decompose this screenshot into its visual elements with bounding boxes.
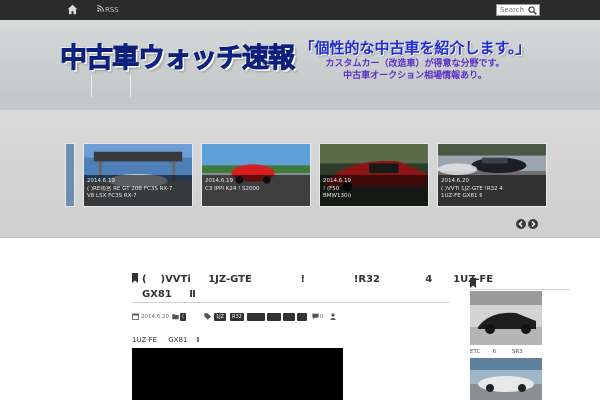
featured-slider: 2014.6.19 ( )RE雨宮 RE GT 20B FC3S RX-7 V8…: [0, 110, 600, 238]
divider: [132, 302, 450, 303]
home-icon[interactable]: [67, 4, 78, 15]
tag-link[interactable]: [283, 313, 295, 321]
site-tagline: 「個性的な中古車を紹介します。」 カスタムカー（改造車）が得意な分野です。 中古…: [290, 37, 540, 82]
slide-item[interactable]: 2014.6.19 C3 IPPI K24 ! S2000: [201, 143, 311, 207]
chevron-left-icon: [518, 221, 523, 227]
search-icon[interactable]: [528, 6, 537, 15]
video-embed[interactable]: [132, 348, 343, 400]
chevron-right-icon: [531, 221, 536, 227]
slide-caption: 2014.6.20 ( )VVTi 1JZ-GTE !R32 4 1UZ-FE …: [438, 175, 546, 206]
slide-caption: 2014.6.19 C3 IPPI K24 ! S2000: [202, 175, 310, 206]
sidebar-caption: ETC 6 SR3: [470, 349, 523, 355]
slide-caption: 2014.6.19 ! (F50 BMW130i): [320, 175, 428, 206]
tag-link[interactable]: [297, 313, 307, 321]
tag-link[interactable]: 1JZ: [214, 313, 227, 321]
post-date: 2014.6.20: [141, 314, 169, 320]
rss-icon: [97, 5, 104, 12]
post-lead-text: 1UZ-FE GX81 Ⅱ: [132, 336, 200, 344]
tagline-main: 「個性的な中古車を紹介します。」: [299, 39, 531, 57]
header-divider: [130, 75, 131, 97]
calendar-icon: [132, 313, 139, 320]
slider-next-button[interactable]: [528, 219, 538, 229]
post-title[interactable]: ( )VVTi 1JZ-GTE ! !R32 4 1UZ-FE GX81 Ⅱ: [132, 272, 493, 302]
bookmark-icon: [470, 278, 476, 288]
tagline-sub: カスタムカー（改造車）が得意な分野です。: [325, 59, 505, 69]
rss-label: RSS: [105, 6, 119, 14]
comment-icon: [312, 313, 319, 320]
category-link[interactable]: ( ): [180, 313, 186, 328]
tag-link[interactable]: [267, 313, 281, 321]
user-icon: [330, 313, 336, 320]
slide-item[interactable]: 2014.6.19 ( )RE雨宮 RE GT 20B FC3S RX-7 V8…: [83, 143, 193, 207]
folder-icon: [172, 314, 179, 320]
sidebar-thumbnail[interactable]: [470, 291, 542, 345]
tag-icon: [204, 313, 211, 320]
comment-count[interactable]: 0: [320, 314, 324, 320]
search-input[interactable]: [497, 5, 529, 15]
divider: [470, 289, 570, 290]
slide-partial[interactable]: [65, 143, 75, 207]
slide-item[interactable]: 2014.6.20 ( )VVTi 1JZ-GTE !R32 4 1UZ-FE …: [437, 143, 547, 207]
slider-prev-button[interactable]: [516, 219, 526, 229]
sidebar-thumbnail[interactable]: [470, 358, 542, 400]
tagline-sub: 中古車オークション相場情報あり。: [343, 71, 487, 81]
search-box: [496, 4, 540, 16]
slide-item[interactable]: 2014.6.19 ! (F50 BMW130i): [319, 143, 429, 207]
site-header: 中古車ウォッチ速報 「個性的な中古車を紹介します。」 カスタムカー（改造車）が得…: [0, 20, 600, 110]
tag-link[interactable]: R32: [230, 313, 244, 321]
site-title[interactable]: 中古車ウォッチ速報: [60, 36, 296, 75]
top-bar: RSS: [0, 0, 600, 20]
slide-caption: 2014.6.19 ( )RE雨宮 RE GT 20B FC3S RX-7 V8…: [84, 175, 192, 206]
tag-link[interactable]: [247, 313, 265, 321]
header-divider: [91, 75, 92, 97]
